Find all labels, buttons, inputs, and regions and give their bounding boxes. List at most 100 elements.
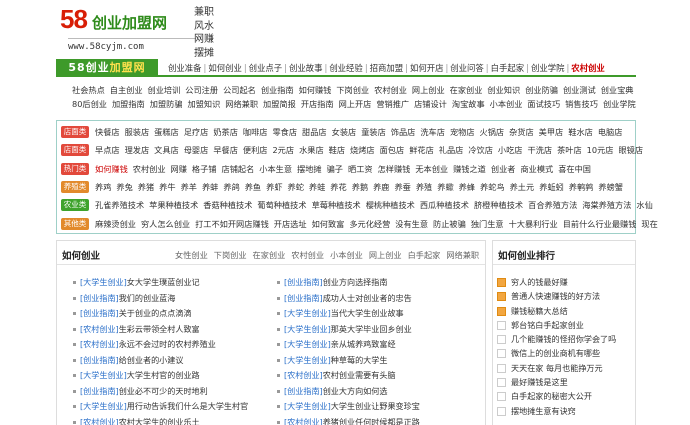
- tag-link[interactable]: 网赚: [171, 164, 187, 174]
- tag-link[interactable]: 养蛙: [309, 182, 325, 192]
- article-category[interactable]: [创业指南]: [284, 277, 323, 287]
- article-title[interactable]: 当代大学生创业故事: [331, 308, 404, 318]
- sub-link[interactable]: 网上创业: [412, 85, 445, 95]
- tag-link[interactable]: 母婴店: [184, 145, 209, 155]
- nav-item[interactable]: 招商加盟: [370, 63, 404, 73]
- tag-link[interactable]: 赚钱之道: [453, 164, 486, 174]
- sub-link[interactable]: 公司起名: [223, 85, 256, 95]
- tag-link[interactable]: 养殖: [416, 182, 432, 192]
- article-category[interactable]: [创业指南]: [284, 293, 323, 303]
- ranking-link[interactable]: 微信上的创业商机有哪些: [511, 348, 600, 358]
- tag-link[interactable]: 杂货店: [509, 127, 534, 137]
- ranking-link[interactable]: 郭台铭白手起家创业: [511, 320, 584, 330]
- tag-link[interactable]: 洗车店: [420, 127, 445, 137]
- tag-link[interactable]: 甜品店: [302, 127, 327, 137]
- tag-link[interactable]: 眼镜店: [618, 145, 643, 155]
- article-category[interactable]: [大学生创业]: [284, 401, 331, 411]
- tag-link[interactable]: 脐橙种植技术: [474, 200, 523, 210]
- sub-link[interactable]: 创业防骗: [525, 85, 558, 95]
- sub-link[interactable]: 80后创业: [72, 99, 107, 109]
- tag-link[interactable]: 足疗店: [184, 127, 209, 137]
- sub-link[interactable]: 创业学院: [603, 99, 636, 109]
- tag-link[interactable]: 晒工资: [348, 164, 373, 174]
- article-title[interactable]: 创业方向选择指南: [323, 277, 388, 287]
- tag-link[interactable]: 宠物店: [450, 127, 475, 137]
- tag-link[interactable]: 十大暴利行业: [509, 219, 558, 229]
- tag-link[interactable]: 养鸡: [95, 182, 111, 192]
- panel-tab[interactable]: 农村创业: [291, 250, 324, 260]
- tag-link[interactable]: 服装店: [125, 127, 150, 137]
- tag-link[interactable]: 火锅店: [480, 127, 505, 137]
- tag-link[interactable]: 开店选址: [274, 219, 307, 229]
- tag-link[interactable]: 女装店: [332, 127, 357, 137]
- tag-link[interactable]: 便利店: [243, 145, 268, 155]
- sub-link[interactable]: 淘宝故事: [452, 99, 485, 109]
- sub-link[interactable]: 营销推广: [376, 99, 409, 109]
- nav-item[interactable]: 如何开店: [410, 63, 444, 73]
- article-category[interactable]: [农村创业]: [284, 370, 323, 380]
- tag-link[interactable]: 面包店: [380, 145, 405, 155]
- panel-tab[interactable]: 网络兼职: [446, 250, 479, 260]
- article-category[interactable]: [大学生创业]: [80, 370, 127, 380]
- article-title[interactable]: 大学生创业让野果变珍宝: [331, 401, 420, 411]
- article-category[interactable]: [大学生创业]: [80, 277, 127, 287]
- panel-tab[interactable]: 下岗创业: [214, 250, 247, 260]
- tag-link[interactable]: 百合养殖方法: [528, 200, 577, 210]
- tag-link[interactable]: 鞋店: [329, 145, 345, 155]
- tag-link[interactable]: 穷人怎么创业: [141, 219, 190, 229]
- article-category[interactable]: [创业指南]: [284, 386, 323, 396]
- tag-link[interactable]: 多元化经营: [349, 219, 390, 229]
- tag-link[interactable]: 饰品店: [391, 127, 416, 137]
- tag-link[interactable]: 冷饮店: [468, 145, 493, 155]
- tag-link[interactable]: 养蛇: [288, 182, 304, 192]
- tag-link[interactable]: 电脑店: [598, 127, 623, 137]
- tag-link[interactable]: 美甲店: [539, 127, 564, 137]
- tag-link[interactable]: 养土元: [510, 182, 535, 192]
- tag-link[interactable]: 烧烤店: [350, 145, 375, 155]
- tag-link[interactable]: 无本创业: [415, 164, 448, 174]
- tag-link[interactable]: 骗子: [327, 164, 343, 174]
- tag-link[interactable]: 养鹅: [352, 182, 368, 192]
- article-title[interactable]: 成功人士对创业者的忠告: [323, 293, 412, 303]
- logo-number[interactable]: 58: [60, 4, 88, 35]
- article-category[interactable]: [大学生创业]: [284, 308, 331, 318]
- tag-link[interactable]: 养蛇鸟: [480, 182, 505, 192]
- sub-link[interactable]: 创业指南: [261, 85, 294, 95]
- tag-link[interactable]: 早点店: [95, 145, 120, 155]
- article-category[interactable]: [创业指南]: [80, 308, 119, 318]
- tag-link[interactable]: 养蜂: [459, 182, 475, 192]
- nav-brand[interactable]: 58创业加盟网: [56, 59, 158, 77]
- tag-link[interactable]: 礼品店: [439, 145, 464, 155]
- sub-link[interactable]: 创业知识: [487, 85, 520, 95]
- tag-link[interactable]: 水果店: [299, 145, 324, 155]
- panel-tab[interactable]: 网上创业: [369, 250, 402, 260]
- sub-link[interactable]: 网上开店: [339, 99, 372, 109]
- tag-link[interactable]: 怎样赚钱: [378, 164, 411, 174]
- tag-link[interactable]: 店铺起名: [222, 164, 255, 174]
- tag-link[interactable]: 养蠍: [437, 182, 453, 192]
- tag-link[interactable]: 养螃蟹: [598, 182, 623, 192]
- tag-link[interactable]: 孔雀养殖技术: [95, 200, 144, 210]
- tag-link[interactable]: 没有生意: [395, 219, 428, 229]
- panel-tab[interactable]: 白手起家: [408, 250, 441, 260]
- sub-link[interactable]: 下岗创业: [336, 85, 369, 95]
- article-category[interactable]: [大学生创业]: [284, 355, 331, 365]
- ranking-link[interactable]: 几个能赚钱的怪招你学会了吗: [511, 334, 616, 344]
- tag-link[interactable]: 咖啡店: [243, 127, 268, 137]
- sub-link[interactable]: 公司注册: [185, 85, 218, 95]
- article-category[interactable]: [创业指南]: [80, 355, 119, 365]
- tag-link[interactable]: 文具店: [154, 145, 179, 155]
- slogan-item[interactable]: 网赚: [194, 33, 214, 47]
- tag-link[interactable]: 如何赚钱: [95, 164, 128, 174]
- article-category[interactable]: [农村创业]: [80, 324, 119, 334]
- article-category[interactable]: [农村创业]: [284, 417, 323, 425]
- panel-tab[interactable]: 在家创业: [253, 250, 286, 260]
- tag-link[interactable]: 葡萄种植技术: [257, 200, 306, 210]
- article-title[interactable]: 用行动告诉我们什么是大学生村官: [127, 401, 248, 411]
- article-category[interactable]: [大学生创业]: [284, 339, 331, 349]
- slogan-item[interactable]: 风水: [194, 20, 214, 34]
- nav-item[interactable]: 如何创业: [208, 63, 242, 73]
- ranking-link[interactable]: 穷人的钱最好赚: [511, 277, 568, 287]
- tag-link[interactable]: 养鹌鹑: [569, 182, 594, 192]
- article-category[interactable]: [创业指南]: [80, 386, 119, 396]
